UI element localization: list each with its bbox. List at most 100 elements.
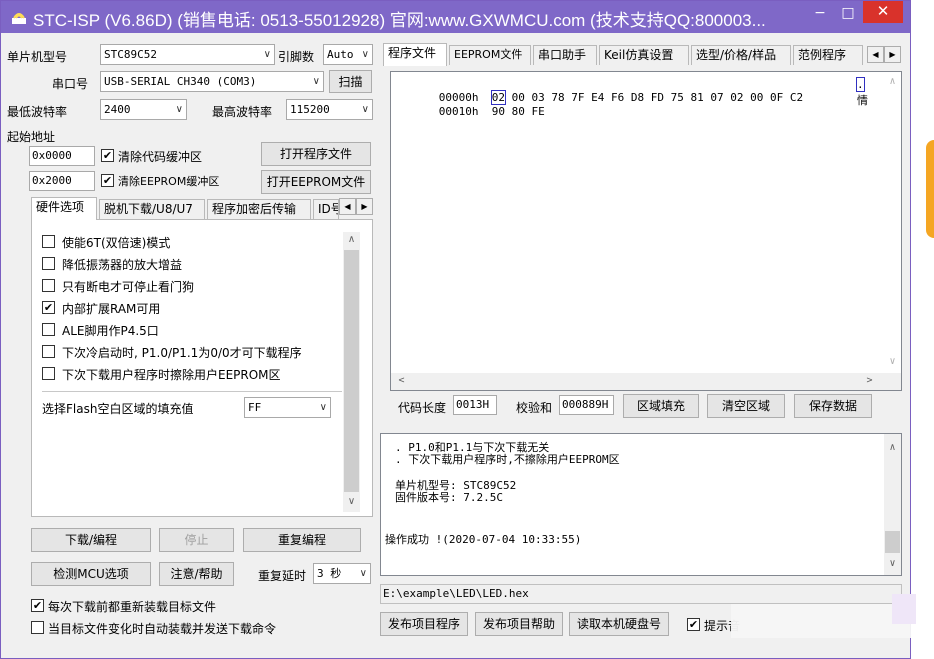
option-label: 下次下载用户程序时擦除用户EEPROM区: [62, 368, 281, 382]
scroll-down-icon[interactable]: ∨: [884, 558, 901, 569]
open-program-button[interactable]: 打开程序文件: [261, 142, 371, 166]
hex-byte: FD: [650, 91, 664, 104]
auto-load-label: 当目标文件变化时自动装载并发送下载命令: [48, 622, 277, 636]
hex-byte: 78: [551, 91, 565, 104]
port-value: USB-SERIAL CH340 (COM3): [104, 75, 257, 88]
clear-area-button[interactable]: 清空区域: [707, 394, 785, 418]
options-scrollbar[interactable]: ∧ ∨: [343, 232, 360, 512]
scroll-left-icon[interactable]: <: [393, 375, 410, 386]
hex-vscroll[interactable]: ∧ ∨: [884, 72, 901, 372]
scroll-right-icon[interactable]: >: [861, 375, 878, 386]
tab-examples[interactable]: 范例程序: [793, 45, 863, 65]
hex-byte: D8: [630, 91, 645, 104]
scroll-down-icon[interactable]: ∨: [884, 356, 901, 367]
tab-offline-download[interactable]: 脱机下载/U8/U7: [99, 199, 205, 219]
clear-eeprom-checkbox[interactable]: ✔: [101, 174, 114, 187]
download-program-button[interactable]: 下载/编程: [31, 528, 151, 552]
option-checkbox[interactable]: [42, 279, 55, 292]
clear-code-checkbox[interactable]: ✔: [101, 149, 114, 162]
option-checkbox[interactable]: ✔: [42, 301, 55, 314]
hex-view[interactable]: 00000h 02 00 03 78 7F E4 F6 D8 FD 75 81 …: [390, 71, 902, 391]
scroll-thumb[interactable]: [885, 531, 900, 553]
hex-hscroll[interactable]: < >: [391, 373, 901, 390]
title-bar[interactable]: STC-ISP (V6.86D) (销售电话: 0513-55012928) 官…: [1, 1, 910, 33]
chevron-down-icon: ∨: [312, 76, 320, 87]
hex-byte: 7F: [571, 91, 585, 104]
publish-help-button[interactable]: 发布项目帮助: [475, 612, 563, 636]
option-checkbox[interactable]: [42, 257, 55, 270]
start-address-label: 起始地址: [7, 130, 56, 144]
hex-byte: 0F: [770, 91, 784, 104]
repeat-program-button[interactable]: 重复编程: [243, 528, 361, 552]
chevron-down-icon: ∨: [359, 568, 367, 579]
pin-count-value: Auto: [327, 48, 354, 61]
publish-program-button[interactable]: 发布项目程序: [380, 612, 468, 636]
hex-byte: 90: [491, 105, 505, 118]
mcu-type-select[interactable]: STC89C52 ∨: [100, 44, 275, 65]
option-checkbox[interactable]: [42, 235, 55, 248]
stop-button[interactable]: 停止: [159, 528, 234, 552]
fill-value-select[interactable]: FF ∨: [244, 397, 331, 418]
tab-scroll-right-icon[interactable]: ▶: [356, 198, 373, 215]
tab-keil-settings[interactable]: Keil仿真设置: [599, 45, 689, 65]
tab-eeprom-file[interactable]: EEPROM文件: [449, 45, 531, 65]
max-baud-select[interactable]: 115200 ∨: [286, 99, 373, 120]
fill-area-button[interactable]: 区域填充: [623, 394, 699, 418]
min-baud-select[interactable]: 2400 ∨: [100, 99, 187, 120]
hex-byte: 02: [730, 91, 744, 104]
option-checkbox[interactable]: [42, 367, 55, 380]
pin-count-label: 引脚数: [278, 50, 315, 64]
hint-sound-checkbox[interactable]: ✔: [687, 618, 700, 631]
scroll-up-icon[interactable]: ∧: [884, 442, 901, 453]
hex-address: 00010h: [438, 105, 479, 118]
detect-mcu-button[interactable]: 检测MCU选项: [31, 562, 151, 586]
log-line: . P1.0和P1.1与下次下载无关: [395, 441, 550, 454]
minimize-button[interactable]: −: [807, 1, 833, 27]
tab-scroll-right-icon[interactable]: ▶: [884, 46, 901, 63]
hex-byte: F6: [611, 91, 625, 104]
close-button[interactable]: ✕: [863, 1, 903, 23]
option-label: 降低振荡器的放大增益: [62, 258, 183, 272]
output-log[interactable]: . P1.0和P1.1与下次下载无关 . 下次下载用户程序时,不擦除用户EEPR…: [380, 433, 902, 576]
eeprom-address-input[interactable]: 0x2000: [29, 171, 95, 191]
reload-checkbox[interactable]: ✔: [31, 599, 44, 612]
tab-scroll-left-icon[interactable]: ◀: [339, 198, 356, 215]
scan-button[interactable]: 扫描: [329, 70, 372, 93]
open-eeprom-button[interactable]: 打开EEPROM文件: [261, 170, 371, 194]
clear-eeprom-label: 清除EEPROM缓冲区: [118, 175, 220, 188]
scroll-down-icon[interactable]: ∨: [343, 496, 360, 507]
tab-hardware-options[interactable]: 硬件选项: [31, 197, 97, 220]
save-data-button[interactable]: 保存数据: [794, 394, 872, 418]
pin-count-select[interactable]: Auto ∨: [323, 44, 373, 65]
tab-serial-assistant[interactable]: 串口助手: [533, 45, 597, 65]
fill-value: FF: [248, 401, 262, 414]
log-scrollbar[interactable]: ∧ ∨: [884, 434, 901, 575]
option-checkbox[interactable]: [42, 345, 55, 358]
code-address-input[interactable]: 0x0000: [29, 146, 95, 166]
tab-selection-price[interactable]: 选型/价格/样品: [691, 45, 791, 65]
scroll-up-icon[interactable]: ∧: [884, 76, 901, 87]
chevron-down-icon: ∨: [361, 104, 369, 115]
option-checkbox[interactable]: [42, 323, 55, 336]
mcu-type-label: 单片机型号: [7, 50, 68, 64]
divider: [42, 391, 342, 392]
log-line: 固件版本号: 7.2.5C: [395, 491, 503, 504]
help-button[interactable]: 注意/帮助: [159, 562, 234, 586]
option-label: 下次冷启动时, P1.0/P1.1为0/0才可下载程序: [62, 346, 302, 360]
tab-scroll-left-icon[interactable]: ◀: [867, 46, 884, 63]
auto-load-checkbox[interactable]: [31, 621, 44, 634]
port-select[interactable]: USB-SERIAL CH340 (COM3) ∨: [100, 71, 324, 92]
app-icon: [12, 13, 26, 24]
tab-encrypted-transfer[interactable]: 程序加密后传输: [207, 199, 311, 219]
repeat-delay-select[interactable]: 3 秒 ∨: [313, 563, 371, 584]
maximize-button[interactable]: □: [835, 1, 861, 27]
side-widget-tab[interactable]: [926, 140, 934, 238]
tab-id[interactable]: ID号: [313, 199, 339, 219]
scroll-thumb[interactable]: [344, 250, 359, 492]
scroll-up-icon[interactable]: ∧: [343, 234, 360, 245]
tab-program-file[interactable]: 程序文件: [383, 43, 447, 66]
option-label: 只有断电才可停止看门狗: [62, 280, 195, 294]
log-line: . 下次下载用户程序时,不擦除用户EEPROM区: [395, 453, 620, 466]
repeat-delay-label: 重复延时: [258, 569, 307, 583]
read-disk-id-button[interactable]: 读取本机硬盘号: [569, 612, 669, 636]
